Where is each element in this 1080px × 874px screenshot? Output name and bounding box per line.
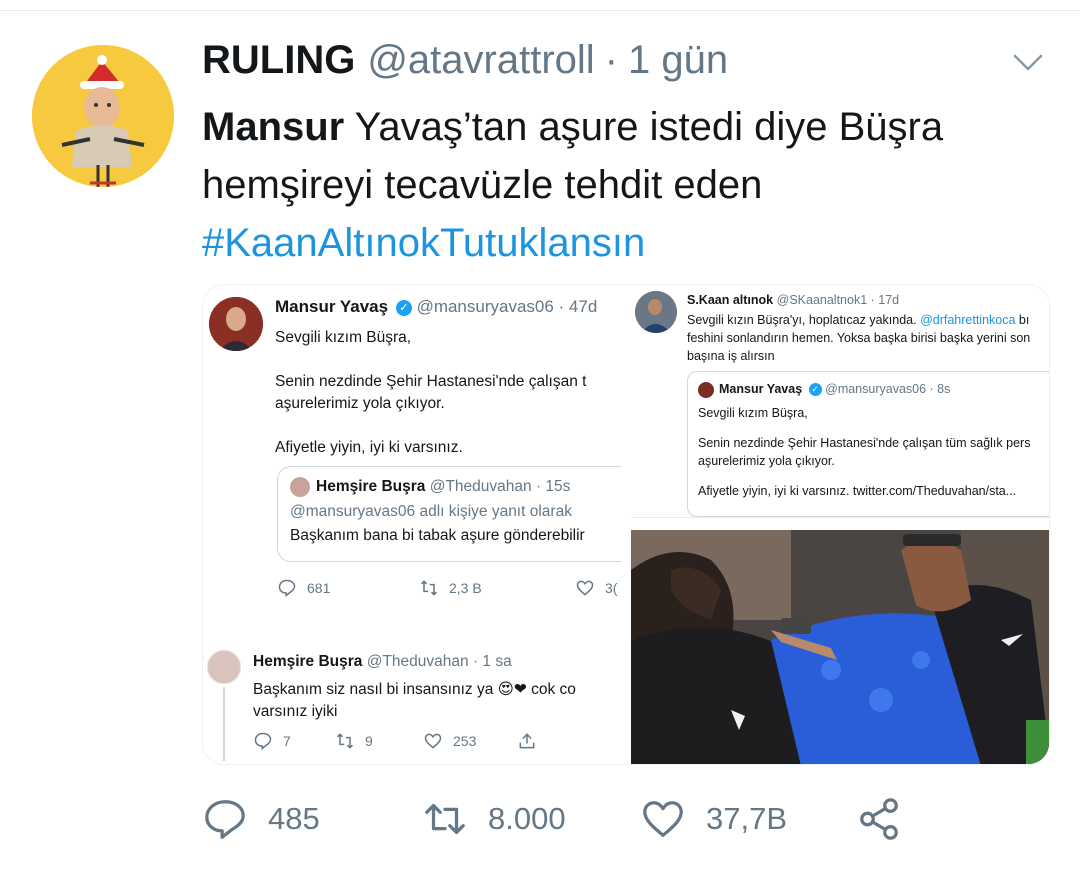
heart-icon <box>424 733 442 749</box>
right-quote-handle: @mansuryavas06 · 8s <box>825 382 951 396</box>
share-icon <box>519 733 535 749</box>
chevron-down-icon[interactable] <box>1012 50 1044 74</box>
left-action-bar: 681 2,3 B 3( <box>277 578 621 604</box>
right-quoted-tweet: Mansur Yavaş ✓ @mansuryavas06 · 8s Sevgi… <box>687 371 1049 517</box>
tweet-text: Mansur Yavaş’tan aşure istedi diye Büşra… <box>202 98 1062 272</box>
right-mention: @drfahrettinkoca <box>920 313 1016 327</box>
left-tweet-body: Sevgili kızım Büşra, Senin nezdinde Şehi… <box>275 327 621 459</box>
photo-man-with-dog[interactable] <box>631 530 1049 764</box>
like-count: 37,7B <box>706 801 788 836</box>
profile-avatar[interactable] <box>32 45 174 187</box>
thread-line <box>223 687 225 761</box>
left-retweet-count: 2,3 B <box>449 580 482 596</box>
left-quote-handle: @Theduvahan · 15s <box>429 478 571 496</box>
left-line-1: Sevgili kızım Büşra, <box>275 329 412 346</box>
reply-line-1: Başkanım siz nasıl bi insansınız ya <box>253 681 494 698</box>
heart-icon[interactable] <box>640 796 686 842</box>
reply-line-2: varsınız iyiki <box>253 703 338 720</box>
reply-likes-stat: 253 <box>423 731 476 751</box>
left-reply-count: 681 <box>307 580 331 596</box>
right-quote-line-3: aşurelerimiz yola çıkıyor. <box>698 454 835 468</box>
left-quote-text: Başkanım bana bi tabak aşure gönderebili… <box>290 527 585 544</box>
reply-body: Başkanım siz nasıl bi insansınız ya 😍❤ c… <box>253 679 576 723</box>
left-author-name: Mansur Yavaş <box>275 297 389 316</box>
reply-author-line: Hemşire Buşra @Theduvahan · 1 sa <box>253 653 512 671</box>
left-author-handle: @mansuryavas06 · 47d <box>416 297 598 316</box>
share-action[interactable] <box>856 796 902 842</box>
left-line-2: Senin nezdinde Şehir Hastanesi'nde çalış… <box>275 373 587 390</box>
reply-emoji: 😍❤ <box>497 681 527 698</box>
left-reply-stat: 681 <box>277 578 330 598</box>
retweet-action[interactable]: 8.000 <box>422 796 566 842</box>
tweet-header: RULING @atavrattroll · 1 gün <box>202 38 728 90</box>
left-author-line: Mansur Yavaş ✓ @mansuryavas06 · 47d <box>275 297 597 317</box>
left-retweet-stat: 2,3 B <box>419 578 482 598</box>
mansur-avatar <box>209 297 263 351</box>
like-action[interactable]: 37,7B <box>640 796 787 842</box>
retweet-count: 8.000 <box>488 801 566 836</box>
reply-author-handle: @Theduvahan · 1 sa <box>366 653 512 670</box>
avatar-illustration <box>32 45 174 187</box>
left-like-count: 3( <box>605 580 618 596</box>
right-line-1b: bı <box>1015 313 1030 327</box>
share-icon[interactable] <box>856 796 902 842</box>
tweet-text-bold: Mansur <box>202 105 345 149</box>
left-quote-name: Hemşire Buşra <box>316 478 426 496</box>
kaan-avatar <box>635 291 677 333</box>
verified-badge-icon: ✓ <box>808 383 822 397</box>
left-like-stat: 3( <box>575 578 617 598</box>
reply-icon <box>278 579 296 598</box>
reply-retweets-stat: 9 <box>335 731 373 751</box>
verified-badge-icon: ✓ <box>395 299 412 316</box>
screenshot-right[interactable]: S.Kaan altınok @SKaanaltnok1 · 17d Sevgi… <box>631 285 1049 518</box>
right-line-1a: Sevgili kızın Büşra'yı, hoplatıcaz yakın… <box>687 313 921 327</box>
reply-author-name: Hemşire Buşra <box>253 653 363 670</box>
right-line-2: feshini sonlandırın hemen. Yoksa başka b… <box>687 331 1031 345</box>
left-quoted-tweet: Hemşire Buşra @Theduvahan · 15s @mansury… <box>277 466 621 562</box>
reply-retweets-count: 9 <box>365 733 373 749</box>
top-divider <box>0 10 1080 11</box>
reply-replies-count: 7 <box>283 733 291 749</box>
right-quote-line-1: Sevgili kızım Büşra, <box>698 406 808 420</box>
separator-dot: · <box>604 38 618 82</box>
reply-count: 485 <box>268 801 320 836</box>
reply-action[interactable]: 485 <box>202 796 320 842</box>
reply-icon[interactable] <box>202 796 248 842</box>
heart-icon <box>576 580 594 596</box>
right-tweet-body: Sevgili kızın Büşra'yı, hoplatıcaz yakın… <box>687 311 1049 365</box>
reply-line-1-end: cok co <box>526 681 576 698</box>
display-name[interactable]: RULING <box>202 38 355 83</box>
retweet-icon <box>420 580 438 596</box>
right-quote-avatar <box>698 381 714 398</box>
retweet-icon[interactable] <box>422 796 468 842</box>
right-quote-name: Mansur Yavaş <box>719 382 803 396</box>
quote-avatar <box>290 477 310 497</box>
hashtag-link[interactable]: #KaanAltınokTutuklansın <box>202 214 1062 272</box>
tweet-action-bar: 485 8.000 37,7B <box>202 796 922 844</box>
busra-avatar <box>207 650 241 684</box>
reply-likes-count: 253 <box>453 733 477 749</box>
reply-share-stat <box>517 731 537 751</box>
right-author-name: S.Kaan altınok <box>687 293 774 307</box>
retweet-icon <box>336 733 354 749</box>
right-author-handle: @SKaanaltnok1 · 17d <box>776 293 900 307</box>
right-quote-line-4: Afiyetle yiyin, iyi ki varsınız. twitter… <box>698 484 1017 498</box>
right-line-3: başına iş alırsın <box>687 349 775 363</box>
user-handle[interactable]: @atavrattroll <box>367 38 594 83</box>
screenshot-left[interactable]: Mansur Yavaş ✓ @mansuryavas06 · 47d Sevg… <box>203 285 621 764</box>
media-grid[interactable]: Mansur Yavaş ✓ @mansuryavas06 · 47d Sevg… <box>202 284 1050 765</box>
reply-replies-stat: 7 <box>253 731 291 751</box>
tweet-time[interactable]: 1 gün <box>628 38 728 83</box>
right-quote-line-2: Senin nezdinde Şehir Hastanesi'nde çalış… <box>698 436 1031 450</box>
left-quote-reply-to: @mansuryavas06 adlı kişiye yanıt olarak <box>290 503 572 520</box>
reply-action-bar: 7 9 253 <box>253 731 583 753</box>
left-line-3: aşurelerimiz yola çıkıyor. <box>275 395 445 412</box>
right-author-line: S.Kaan altınok @SKaanaltnok1 · 17d <box>687 293 899 307</box>
reply-icon <box>254 732 272 751</box>
left-line-4: Afiyetle yiyin, iyi ki varsınız. <box>275 439 463 456</box>
